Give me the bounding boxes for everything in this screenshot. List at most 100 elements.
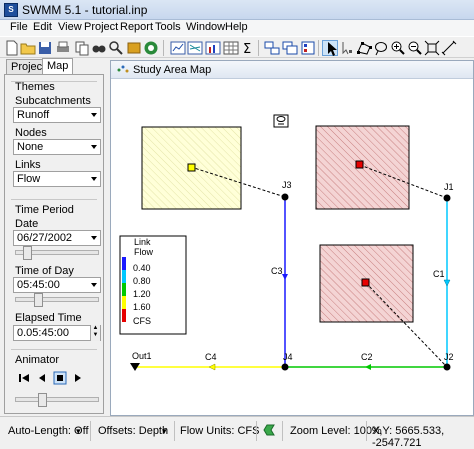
elapsed-time-label: Elapsed Time: [15, 312, 82, 324]
junction-j1[interactable]: [443, 194, 451, 202]
rain-gage-icon[interactable]: [273, 114, 289, 128]
flow-arrow-icon: [443, 279, 451, 287]
link-label: C1: [433, 269, 445, 279]
link-label: C4: [205, 352, 217, 362]
new-icon[interactable]: [4, 40, 20, 56]
time-period-label: Time Period: [15, 204, 74, 216]
run-icon[interactable]: [126, 40, 142, 56]
date-value: 06/27/2002: [17, 232, 73, 244]
window-title: SWMM 5.1 - tutorial.inp: [22, 3, 148, 17]
menu-file[interactable]: File: [10, 21, 28, 33]
date-slider-thumb[interactable]: [22, 246, 32, 260]
link-label: C2: [361, 352, 373, 362]
animator-speed-slider[interactable]: [15, 397, 99, 402]
zoom-out-icon[interactable]: [407, 40, 423, 56]
node-label: J3: [282, 180, 292, 190]
menu-window[interactable]: Window: [186, 21, 225, 33]
flow-arrow-icon: [365, 364, 371, 370]
title-bar: S SWMM 5.1 - tutorial.inp: [0, 0, 474, 20]
subcatchments-select[interactable]: Runoff: [13, 107, 101, 123]
junction-j2[interactable]: [443, 363, 451, 371]
animator-slider-thumb[interactable]: [37, 393, 47, 407]
status-separator: [90, 421, 91, 441]
node-label: J4: [283, 352, 293, 362]
status-separator: [366, 421, 367, 441]
date-select[interactable]: 06/27/2002: [13, 230, 101, 246]
themes-label: Themes: [15, 81, 55, 93]
links-label: Links: [15, 159, 41, 171]
time-slider-thumb[interactable]: [33, 293, 43, 307]
full-extent-icon[interactable]: [424, 40, 440, 56]
rewind-icon[interactable]: [17, 371, 31, 385]
legend-color-swatch: [122, 296, 126, 309]
stop-icon[interactable]: [53, 371, 67, 385]
links-value: Flow: [17, 173, 41, 185]
open-icon[interactable]: [20, 40, 36, 56]
profile-plot-icon[interactable]: [143, 40, 159, 56]
nodes-select[interactable]: None: [13, 139, 101, 155]
menu-report[interactable]: Report: [120, 21, 153, 33]
subcatch-centroid: [187, 163, 196, 172]
status-offsets[interactable]: Offsets: Depth: [98, 425, 168, 437]
status-zoom-level: Zoom Level: 100%: [290, 425, 382, 437]
map-canvas[interactable]: J3 J1 J4 J2 Out1 C3 C1 C4 C2 Link Flow 0…: [117, 79, 467, 415]
menu-bar: File Edit View Project Report Tools Wind…: [0, 20, 474, 36]
menu-tools[interactable]: Tools: [155, 21, 181, 33]
menu-view[interactable]: View: [58, 21, 82, 33]
menu-project[interactable]: Project: [84, 21, 118, 33]
chevron-down-icon[interactable]: ▾: [162, 426, 167, 437]
copy-icon[interactable]: [74, 40, 90, 56]
status-flow-units[interactable]: Flow Units: CFS: [180, 425, 259, 437]
date-label: Date: [15, 218, 39, 230]
chevron-down-icon: [91, 283, 97, 287]
menu-help[interactable]: Help: [225, 21, 248, 33]
polygon-icon[interactable]: [356, 40, 372, 56]
legend-variable: Flow: [134, 247, 154, 257]
time-of-day-select[interactable]: 05:45:00: [13, 277, 101, 293]
pointer-icon[interactable]: [322, 40, 338, 56]
table-icon[interactable]: [205, 40, 221, 56]
summation-icon[interactable]: Σ: [240, 40, 256, 56]
vertex-icon[interactable]: [339, 40, 355, 56]
toolbar: Σ: [0, 36, 474, 58]
query-icon[interactable]: [108, 40, 124, 56]
time-series-icon[interactable]: [170, 40, 186, 56]
map-title-bar: Study Area Map: [111, 61, 473, 79]
flow-legend[interactable]: Link Flow 0.40 0.80 1.20 1.60 CFS: [119, 235, 187, 335]
legend-icon[interactable]: [300, 40, 316, 56]
measure-icon[interactable]: [441, 40, 457, 56]
chevron-down-icon[interactable]: ▾: [76, 426, 81, 437]
play-forward-icon[interactable]: [71, 371, 85, 385]
play-back-icon[interactable]: [35, 371, 49, 385]
statistics-icon[interactable]: [223, 40, 239, 56]
map-tab-body: Themes Subcatchments Runoff Nodes None L…: [4, 74, 104, 414]
legend-color-swatch: [122, 309, 126, 322]
spin-buttons[interactable]: ▲ ▼: [90, 325, 100, 341]
node-label: J2: [444, 352, 454, 362]
toolbar-separator: [258, 40, 259, 56]
menu-edit[interactable]: Edit: [33, 21, 52, 33]
save-icon[interactable]: [37, 40, 53, 56]
find-icon[interactable]: [91, 40, 107, 56]
chevron-down-icon: [91, 145, 97, 149]
toolbar-separator: [163, 40, 164, 56]
links-select[interactable]: Flow: [13, 171, 101, 187]
elapsed-time-field[interactable]: 0.05:45:00 ▲ ▼: [13, 325, 101, 341]
arrange-windows-icon[interactable]: [264, 40, 280, 56]
time-slider[interactable]: [15, 297, 99, 302]
junction-j4[interactable]: [281, 363, 289, 371]
status-separator: [174, 421, 175, 441]
tab-map[interactable]: Map: [42, 58, 74, 75]
legend-title: Link: [134, 237, 151, 247]
lasso-icon[interactable]: [373, 40, 389, 56]
zoom-in-icon[interactable]: [390, 40, 406, 56]
time-of-day-value: 05:45:00: [17, 279, 60, 291]
legend-value: 1.20: [133, 289, 151, 299]
cascade-icon[interactable]: [282, 40, 298, 56]
scatter-plot-icon[interactable]: [187, 40, 203, 56]
app-icon: S: [4, 3, 18, 17]
flow-arrow-icon: [282, 274, 288, 280]
print-icon[interactable]: [55, 40, 71, 56]
junction-j3[interactable]: [281, 193, 289, 201]
link-label: C3: [271, 266, 283, 276]
